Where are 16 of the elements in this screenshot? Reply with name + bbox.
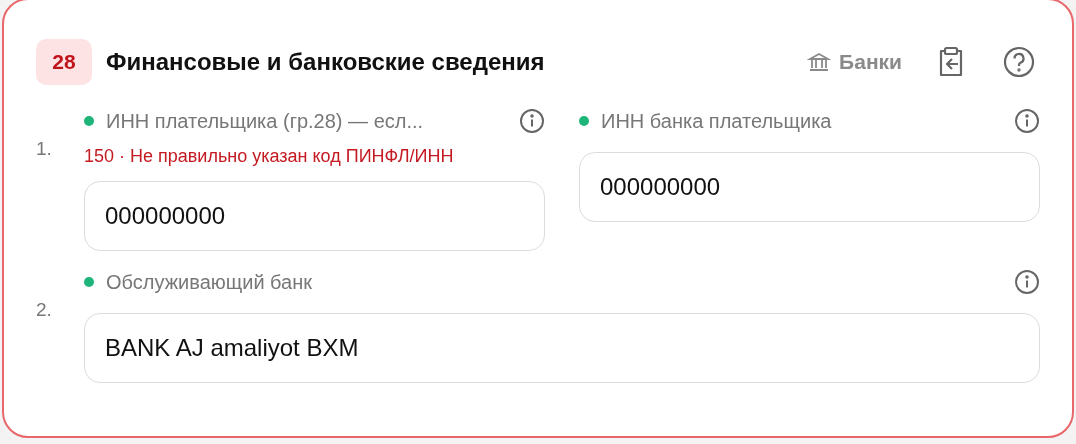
- field-label: ИНН банка плательщика: [601, 109, 833, 133]
- info-icon[interactable]: [519, 108, 545, 134]
- section-title: Финансовые и банковские сведения: [106, 48, 545, 76]
- input-field[interactable]: BANK AJ amaliyot BXM: [84, 313, 1040, 383]
- field-label: Обслуживающий банк: [106, 270, 314, 294]
- info-icon[interactable]: [1014, 269, 1040, 295]
- error-message: 150 · Не правильно указан код ПИНФЛ/ИНН: [84, 146, 455, 167]
- row-number: 2.: [36, 298, 53, 321]
- info-icon[interactable]: [1014, 108, 1040, 134]
- help-icon[interactable]: [1002, 45, 1036, 79]
- input-field[interactable]: 000000000: [84, 181, 545, 251]
- input-field[interactable]: 000000000: [579, 152, 1040, 222]
- field-label: ИНН плательщика (гр.28) — есл...: [106, 109, 425, 133]
- section-number-badge: 28: [36, 39, 92, 85]
- row-number: 1.: [36, 137, 53, 160]
- bank-icon: [807, 50, 832, 74]
